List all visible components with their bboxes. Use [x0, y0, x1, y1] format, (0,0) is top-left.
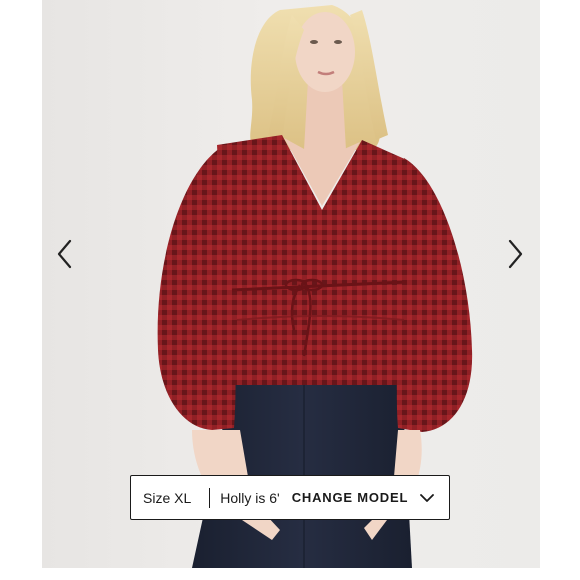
bottom-strip [42, 568, 540, 580]
divider [209, 487, 211, 508]
right-margin [540, 0, 580, 580]
blouse-right-sleeve [392, 158, 473, 432]
model-height-label: Holly is 6' [220, 489, 280, 506]
product-image-viewer: Size XL Holly is 6' CHANGE MODEL [0, 0, 580, 580]
model-info-bar: Size XL Holly is 6' CHANGE MODEL [130, 475, 450, 520]
change-model-label: CHANGE MODEL [291, 490, 409, 505]
carousel-next-button[interactable] [500, 236, 530, 272]
left-margin [0, 0, 42, 580]
chevron-right-icon [508, 239, 523, 269]
size-label: Size XL [143, 489, 192, 506]
chevron-left-icon [57, 239, 72, 269]
face [295, 12, 355, 92]
change-model-button[interactable]: CHANGE MODEL [292, 490, 435, 505]
chevron-down-icon [420, 493, 435, 503]
carousel-prev-button[interactable] [50, 236, 80, 272]
